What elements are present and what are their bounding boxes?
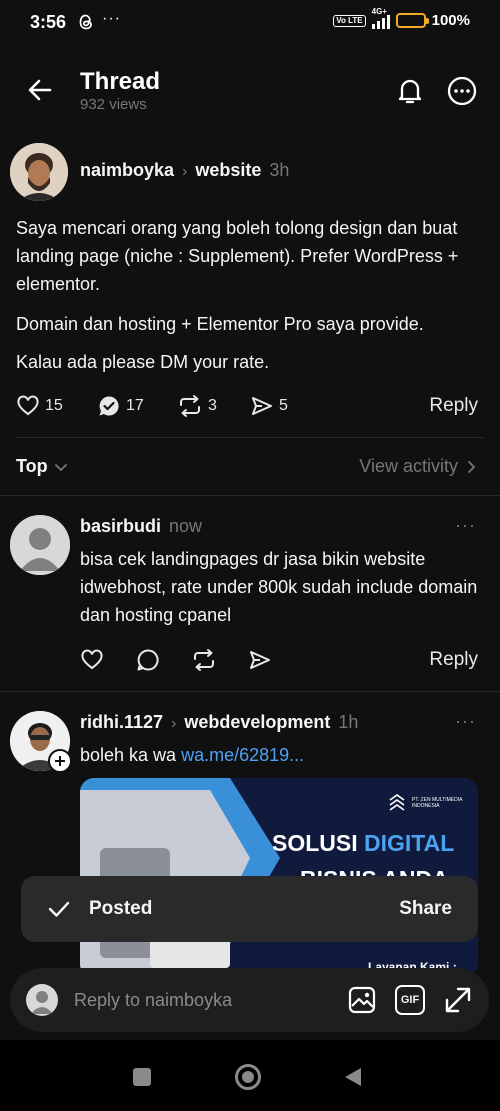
- comment-check-icon: [97, 394, 121, 418]
- repost-count: 3: [208, 397, 217, 414]
- toast-share-button[interactable]: Share: [399, 898, 452, 920]
- gif-icon[interactable]: GIF: [395, 985, 425, 1015]
- headline-part-1: SOLUSI: [272, 830, 358, 856]
- reply-meta: ridhi.1127 › webdevelopment 1h: [80, 712, 358, 733]
- avatar: [26, 984, 58, 1016]
- divider: [16, 437, 484, 438]
- status-time: 3:56: [30, 12, 67, 32]
- recents-button[interactable]: [133, 1068, 151, 1086]
- post-author[interactable]: naimboyka: [80, 160, 174, 181]
- sort-label: Top: [16, 456, 48, 476]
- post-time: 3h: [269, 160, 290, 180]
- reply-time: 1h: [338, 712, 359, 732]
- posted-toast: Posted Share: [21, 876, 478, 942]
- reply-author[interactable]: ridhi.1127: [80, 712, 163, 733]
- reply-text: bisa cek landingpages dr jasa bikin webs…: [80, 549, 478, 625]
- reply-button[interactable]: Reply: [429, 649, 478, 671]
- replies-button[interactable]: 17: [97, 394, 144, 418]
- back-button[interactable]: [343, 1066, 363, 1088]
- share-button[interactable]: 5: [250, 394, 288, 418]
- home-button[interactable]: [235, 1064, 261, 1090]
- company-name: PT. ZEN MULTIMEDIA INDONESIA: [412, 797, 463, 809]
- views-count: 932 views: [80, 96, 147, 113]
- post-paragraph-2: Domain dan hosting + Elementor Pro saya …: [16, 314, 424, 334]
- post-paragraph-3: Kalau ada please DM your rate.: [16, 352, 270, 372]
- reply-count: 17: [126, 397, 144, 414]
- reply-more-icon[interactable]: ···: [455, 515, 476, 536]
- headline-part-2: DIGITAL: [364, 830, 455, 856]
- network-type: 4G+: [371, 6, 387, 16]
- reply-author[interactable]: basirbudi: [80, 516, 161, 537]
- heart-icon: [16, 394, 40, 418]
- comment-icon[interactable]: [136, 648, 160, 672]
- like-count: 15: [45, 397, 63, 414]
- status-more: ···: [102, 10, 121, 27]
- bell-icon[interactable]: [395, 76, 425, 106]
- page-title: Thread: [80, 68, 161, 95]
- signal-icon: 4G+: [371, 7, 390, 29]
- post-paragraph-1: Saya mencari orang yang boleh tolong des…: [16, 218, 459, 294]
- avatar[interactable]: [10, 515, 70, 575]
- post-community[interactable]: website: [195, 160, 261, 181]
- chevron-right-icon: ›: [171, 715, 177, 732]
- expand-icon[interactable]: [443, 985, 473, 1015]
- send-icon[interactable]: [248, 648, 272, 672]
- view-activity-link[interactable]: View activity: [359, 456, 476, 477]
- volte-badge: Vo LTE: [333, 14, 366, 27]
- chevron-down-icon: [54, 460, 68, 474]
- threads-icon: [78, 13, 94, 31]
- check-icon: [47, 897, 71, 921]
- plus-icon: [54, 755, 66, 767]
- toast-label: Posted: [89, 898, 153, 919]
- repost-button[interactable]: 3: [177, 394, 217, 418]
- follow-button[interactable]: [48, 749, 72, 773]
- back-arrow-icon[interactable]: [26, 76, 54, 104]
- image-icon[interactable]: [347, 985, 377, 1015]
- like-button[interactable]: 15: [16, 394, 63, 418]
- logo-icon: [386, 792, 408, 814]
- reply-link[interactable]: wa.me/62819...: [181, 745, 304, 765]
- send-icon: [250, 394, 274, 418]
- share-count: 5: [279, 397, 288, 414]
- reply-composer: GIF: [10, 968, 489, 1032]
- battery-icon: [395, 13, 429, 28]
- repost-icon: [177, 394, 203, 418]
- company-logo: PT. ZEN MULTIMEDIA INDONESIA: [386, 792, 472, 814]
- chevron-right-icon: ›: [182, 163, 188, 180]
- more-icon[interactable]: [447, 76, 477, 106]
- view-activity-label: View activity: [359, 456, 458, 476]
- reply-input[interactable]: [74, 989, 347, 1011]
- reply-meta: basirbudi now: [80, 516, 202, 537]
- reply-more-icon[interactable]: ···: [455, 711, 476, 732]
- divider: [0, 691, 500, 692]
- repost-icon[interactable]: [191, 648, 217, 672]
- sort-dropdown[interactable]: Top: [16, 456, 68, 477]
- status-right: Vo LTE 4G+ 100%: [333, 7, 470, 29]
- card-headline: SOLUSI DIGITAL: [272, 830, 454, 857]
- divider: [0, 495, 500, 496]
- reply-text-line: boleh ka wa wa.me/62819...: [80, 741, 480, 769]
- avatar[interactable]: [10, 143, 68, 201]
- chevron-right-icon: [466, 460, 476, 474]
- heart-icon[interactable]: [80, 648, 104, 672]
- reply-community[interactable]: webdevelopment: [184, 712, 330, 733]
- battery-percent: 100%: [431, 12, 470, 29]
- reply-time: now: [169, 516, 203, 536]
- reply-text: boleh ka wa: [80, 745, 177, 765]
- reply-button[interactable]: Reply: [429, 395, 478, 417]
- post-meta: naimboyka › website 3h: [80, 160, 289, 181]
